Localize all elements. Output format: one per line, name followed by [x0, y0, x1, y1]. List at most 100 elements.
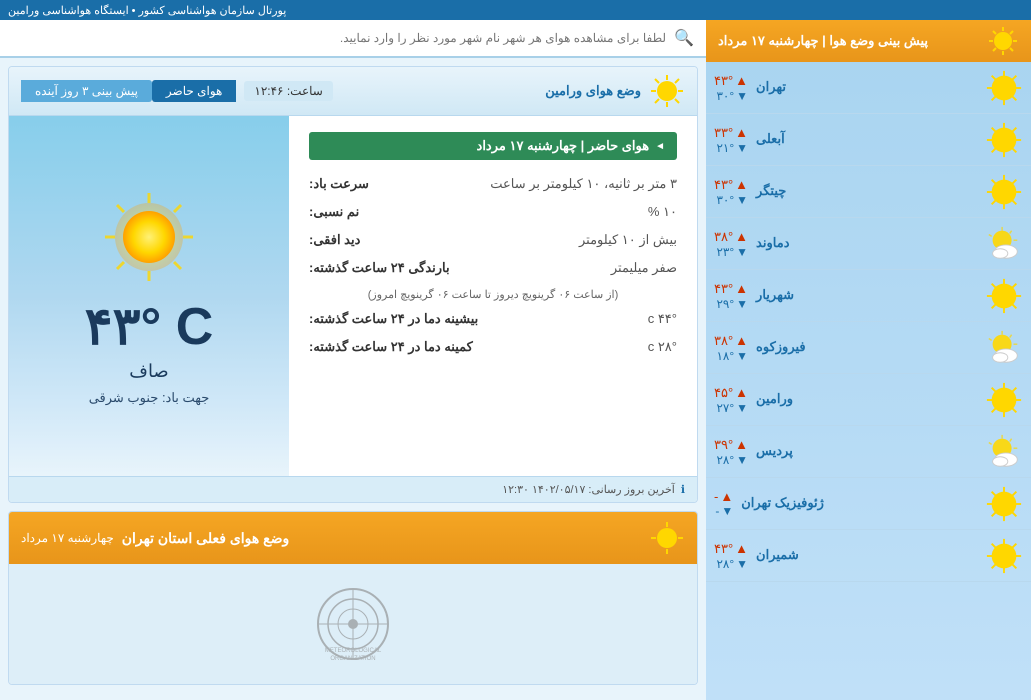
down-arrow-icon: ▼: [736, 453, 748, 467]
up-arrow-icon: ▲: [735, 281, 748, 296]
city-weather-icon: [985, 225, 1023, 263]
sidebar-header-text: پیش بینی وضع هوا | چهارشنبه ۱۷ مرداد: [718, 33, 928, 49]
down-arrow-icon: ▼: [736, 401, 748, 415]
weather-details: هوای حاضر | چهارشنبه ۱۷ مرداد ۳ متر بر ث…: [289, 116, 697, 476]
down-arrow-icon: ▼: [736, 89, 748, 103]
detail-rows: ۳ متر بر ثانیه، ۱۰ کیلومتر بر ساعت سرعت …: [309, 176, 677, 355]
tab-forecast[interactable]: پیش بینی ۳ روز آینده: [21, 80, 152, 102]
city-name: پردیس: [756, 443, 793, 459]
svg-text:METEOROLOGICAL: METEOROLOGICAL: [325, 648, 382, 654]
city-weather-icon: [985, 329, 1023, 367]
detail-value: ۴۴° c: [648, 311, 677, 327]
detail-label: بیشینه دما در ۲۴ ساعت گذشته:: [309, 311, 478, 327]
header-sun-icon: [649, 73, 685, 109]
up-arrow-icon: ▲: [735, 541, 748, 556]
city-temp-high: ▲ ۴۵°: [714, 385, 748, 401]
weather-current-title: هوای حاضر | چهارشنبه ۱۷ مرداد: [309, 132, 677, 160]
city-weather-icon: [985, 381, 1023, 419]
detail-value: ۳ متر بر ثانیه، ۱۰ کیلومتر بر ساعت: [490, 176, 677, 192]
top-bar: پورتال سازمان هواشناسی کشور • ایستگاه هو…: [0, 0, 1031, 20]
city-temp-high: ▲ ۳۳°: [714, 125, 748, 141]
sidebar: پیش بینی وضع هوا | چهارشنبه ۱۷ مرداد: [706, 20, 1031, 700]
city-weather-icon: [985, 173, 1023, 211]
city-temp-high: ▲ ۴۳°: [714, 177, 748, 193]
detail-value: ۱۰ %: [648, 204, 677, 220]
svg-text:ORGANIZATION: ORGANIZATION: [330, 656, 375, 662]
city-temp-low: ▼ ۲۷°: [716, 401, 748, 415]
search-icon: 🔍: [674, 28, 694, 48]
city-row[interactable]: شهریار ▲ ۴۳° ▼ ۲۹°: [706, 270, 1031, 322]
down-arrow-icon: ▼: [736, 141, 748, 155]
city-row[interactable]: دماوند ▲ ۳۸° ▼ ۲۳°: [706, 218, 1031, 270]
big-temperature: ۴۳° C: [85, 297, 214, 357]
down-arrow-icon: ▼: [736, 193, 748, 207]
city-weather-icon: [985, 121, 1023, 159]
city-temp-low: ▼ ۱۸°: [716, 349, 748, 363]
detail-row: ۳ متر بر ثانیه، ۱۰ کیلومتر بر ساعت سرعت …: [309, 176, 677, 192]
big-sun-icon: [99, 187, 199, 287]
city-name: آبعلی: [756, 131, 785, 147]
info-icon: ℹ: [681, 483, 685, 496]
city-row[interactable]: ورامین ▲ ۴۵° ▼ ۲۷°: [706, 374, 1031, 426]
city-row[interactable]: پردیس ▲ ۳۹° ▼ ۲۸°: [706, 426, 1031, 478]
weather-card: وضع هوای ورامین ساعت: ۱۲:۴۶ هوای حاضر پی…: [8, 66, 698, 503]
city-name: تهران: [756, 79, 786, 95]
detail-row: بیش از ۱۰ کیلومتر دید افقی:: [309, 232, 677, 248]
city-temp-high: ▲ ۴۳°: [714, 541, 748, 557]
province-card: وضع هوای فعلی استان تهران چهارشنبه ۱۷ مر…: [8, 511, 698, 685]
city-temp-low: ▼ ۳۰°: [716, 193, 748, 207]
time-badge: ساعت: ۱۲:۴۶: [244, 81, 332, 101]
up-arrow-icon: ▲: [735, 437, 748, 452]
city-row[interactable]: تهران ▲ ۴۳° ▼ ۳۰°: [706, 62, 1031, 114]
city-temp-low: ▼ ۲۱°: [716, 141, 748, 155]
city-temp-low: ▼ ۲۳°: [716, 245, 748, 259]
up-arrow-icon: ▲: [735, 177, 748, 192]
up-arrow-icon: ▲: [735, 333, 748, 348]
city-weather-icon: [985, 537, 1023, 575]
detail-row: ۱۰ % نم نسبی:: [309, 204, 677, 220]
city-name: دماوند: [756, 235, 789, 251]
search-bar: 🔍: [0, 20, 706, 58]
city-weather-icon: [985, 485, 1023, 523]
detail-row: صفر میلیمتر بارندگی ۲۴ ساعت گذشته: (از س…: [309, 260, 677, 301]
city-temp-high: ▲ ۳۸°: [714, 229, 748, 245]
city-weather-icon: [985, 277, 1023, 315]
tab-current[interactable]: هوای حاضر: [152, 80, 236, 102]
city-name: چیتگر: [756, 183, 786, 199]
up-arrow-icon: ▲: [735, 385, 748, 400]
city-name: ورامین: [756, 391, 793, 407]
detail-value: بیش از ۱۰ کیلومتر: [579, 232, 677, 248]
wind-direction: جهت باد: جنوب شرقی: [89, 390, 210, 406]
province-sun-icon: [649, 520, 685, 556]
city-temp-low: ▼ ۲۸°: [716, 453, 748, 467]
detail-row: ۴۴° c بیشینه دما در ۲۴ ساعت گذشته:: [309, 311, 677, 327]
province-header: وضع هوای فعلی استان تهران چهارشنبه ۱۷ مر…: [9, 512, 697, 564]
city-temp-high: ▲ ۳۸°: [714, 333, 748, 349]
weather-big-display: ۴۳° C صاف جهت باد: جنوب شرقی: [9, 116, 289, 476]
up-arrow-icon: ▲: [735, 73, 748, 88]
up-arrow-icon: ▲: [735, 125, 748, 140]
city-temp-high: ▲ -: [714, 489, 733, 504]
detail-label: دید افقی:: [309, 232, 360, 248]
city-name: فیروزکوه: [756, 339, 806, 355]
weather-body: هوای حاضر | چهارشنبه ۱۷ مرداد ۳ متر بر ث…: [9, 116, 697, 476]
city-row[interactable]: آبعلی ▲ ۳۳° ▼ ۲۱°: [706, 114, 1031, 166]
city-temp-high: ▲ ۴۳°: [714, 281, 748, 297]
city-weather-icon: [985, 69, 1023, 107]
search-input[interactable]: [12, 31, 666, 45]
city-row[interactable]: فیروزکوه ▲ ۳۸° ▼ ۱۸°: [706, 322, 1031, 374]
down-arrow-icon: ▼: [736, 245, 748, 259]
weather-footer: ℹ آخرین بروز رسانی: ۱۴۰۲/۰۵/۱۷ ۱۲:۳۰: [9, 476, 697, 502]
top-bar-text: پورتال سازمان هواشناسی کشور • ایستگاه هو…: [8, 4, 286, 17]
city-temp-low: ▼ -: [715, 504, 733, 518]
content-area: 🔍: [0, 20, 706, 700]
city-row[interactable]: چیتگر ▲ ۴۳° ▼ ۳۰°: [706, 166, 1031, 218]
org-logo: METEOROLOGICAL ORGANIZATION: [313, 584, 393, 664]
city-temp-low: ▼ ۲۹°: [716, 297, 748, 311]
city-list: تهران ▲ ۴۳° ▼ ۳۰°: [706, 62, 1031, 582]
city-row[interactable]: شمیران ▲ ۴۳° ▼ ۲۸°: [706, 530, 1031, 582]
big-condition: صاف: [129, 361, 168, 382]
city-name: شمیران: [756, 547, 799, 563]
city-row[interactable]: ژئوفیزیک تهران ▲ - ▼ -: [706, 478, 1031, 530]
down-arrow-icon: ▼: [736, 557, 748, 571]
